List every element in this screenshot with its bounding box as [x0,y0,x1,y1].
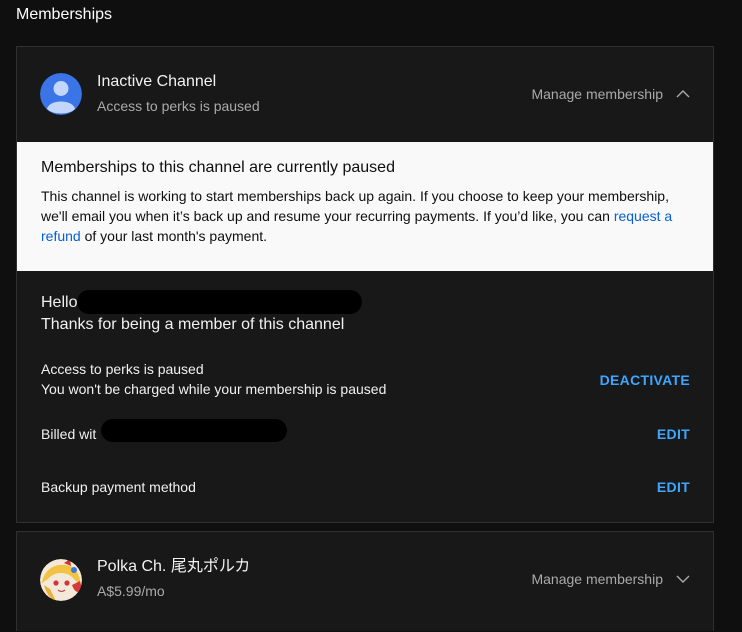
membership-card-header: Polka Ch. 尾丸ポルカ A$5.99/mo Manage members… [17,532,713,627]
perks-status-text: Access to perks is paused [41,361,204,377]
paused-notice-text-end: of your last month's payment. [80,228,268,244]
membership-card-polka: Polka Ch. 尾丸ポルカ A$5.99/mo Manage members… [16,531,714,631]
thanks-text: Thanks for being a member of this channe… [41,316,345,333]
deactivate-button[interactable]: DEACTIVATE [600,370,690,390]
manage-membership-button[interactable]: Manage membership [531,569,691,589]
channel-name: Inactive Channel [97,73,217,90]
redacted-payment-method [101,419,287,442]
manage-membership-button[interactable]: Manage membership [531,84,691,104]
chevron-up-icon [675,86,691,102]
membership-card-header: Inactive Channel Access to perks is paus… [17,47,713,142]
backup-payment-label: Backup payment method [41,479,196,495]
charge-note-text: You won't be charged while your membersh… [41,381,387,397]
paused-notice: Memberships to this channel are currentl… [17,142,713,271]
greeting-text: Hello [41,294,78,311]
membership-status-subtitle: Access to perks is paused [97,98,260,114]
paused-notice-title: Memberships to this channel are currentl… [41,159,395,176]
page-title: Memberships [16,6,113,23]
chevron-down-icon [675,571,691,587]
polka-avatar-icon [40,559,82,601]
channel-name: Polka Ch. 尾丸ポルカ [97,558,251,575]
billed-with-label: Billed wit [41,426,97,442]
edit-backup-payment-button[interactable]: EDIT [657,477,690,497]
membership-price: A$5.99/mo [97,583,165,599]
membership-card-inactive-channel: Inactive Channel Access to perks is paus… [16,46,714,523]
redacted-username [77,290,362,314]
manage-membership-label: Manage membership [531,86,663,102]
paused-notice-body: This channel is working to start members… [41,186,696,246]
edit-billing-button[interactable]: EDIT [657,424,690,444]
paused-notice-text: This channel is working to start members… [41,188,669,224]
manage-membership-label: Manage membership [531,571,663,587]
default-avatar-icon [40,73,82,115]
